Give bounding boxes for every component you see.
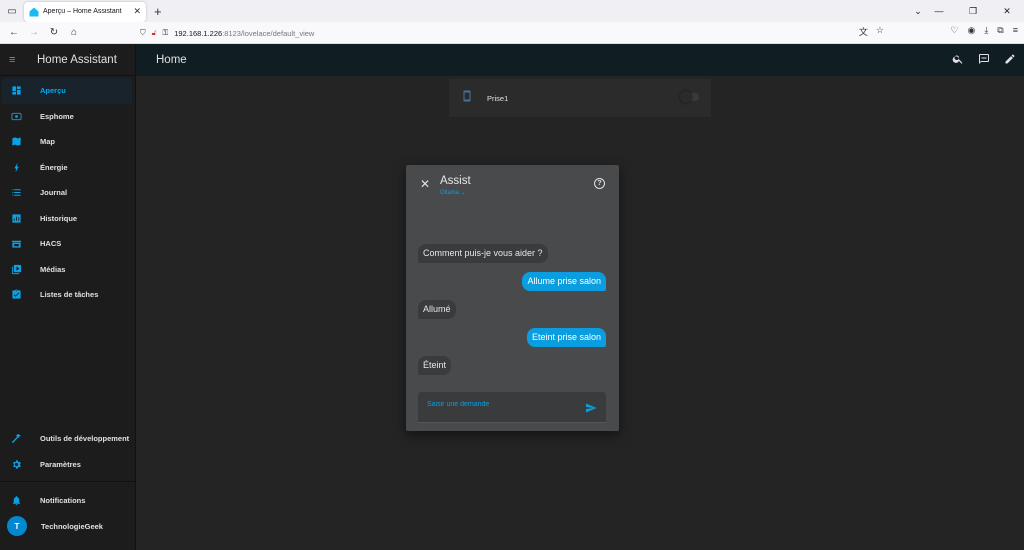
- sidebar-item-label: Esphome: [40, 111, 74, 121]
- sidebar-item-label: Aperçu: [40, 86, 66, 96]
- chat-message-agent: Éteint: [418, 356, 452, 375]
- chat-message-user: Eteint prise salon: [526, 328, 606, 347]
- sidebar-item-notifications[interactable]: Notifications: [2, 488, 132, 514]
- sidebar-item-settings[interactable]: Paramètres: [2, 452, 132, 478]
- assist-dialog: ✕ Assist Ollama ⌄ ? Comment puis-je vous…: [406, 165, 619, 431]
- chart-icon: [11, 213, 22, 224]
- sidebar-item-energie[interactable]: Énergie: [2, 155, 132, 181]
- home-button[interactable]: ⌂: [64, 27, 84, 38]
- sidebar-item-esphome[interactable]: Esphome: [2, 104, 132, 130]
- sidebar-item-listes-de-taches[interactable]: Listes de tâches: [2, 282, 132, 308]
- chevron-down-icon: ⌄: [460, 190, 466, 196]
- tab-close-icon[interactable]: ✕: [133, 6, 141, 17]
- sidebar-item-developer-tools[interactable]: Outils de développement: [2, 426, 132, 452]
- sidebar-title: Home Assistant: [37, 53, 117, 66]
- sidebar-item-apercu[interactable]: Aperçu: [2, 78, 132, 104]
- chat-message-user: Allume prise salon: [522, 272, 606, 291]
- sidebar-item-label: Historique: [40, 213, 78, 223]
- sidebar-toggle-icon[interactable]: ≡: [9, 54, 21, 66]
- bell-icon: [11, 495, 22, 506]
- sidebar-item-label: Journal: [40, 188, 68, 198]
- help-icon[interactable]: ?: [594, 178, 605, 189]
- minimize-button[interactable]: —: [922, 6, 956, 16]
- key-icon[interactable]: ⚿: [163, 28, 169, 38]
- sidebar-item-journal[interactable]: Journal: [2, 180, 132, 206]
- request-input[interactable]: [427, 401, 567, 408]
- browser-navbar: ← → ↻ ⌂ ⛉ 🔓︎ ⚿ 192.168.1.226:8123/lovela…: [0, 22, 1024, 44]
- sidebar-item-label: Énergie: [40, 162, 68, 172]
- chat-message-agent: Allumé: [418, 300, 456, 319]
- lightning-icon: [11, 162, 22, 173]
- browser-tab-bar: ▭ Aperçu – Home Assistant ✕ + ⌄ — ❐ ✕: [0, 0, 1024, 22]
- pipeline-name: Ollama: [440, 190, 460, 196]
- sidebar-item-label: Notifications: [40, 496, 86, 506]
- hammer-icon: [11, 433, 22, 444]
- sidebar-item-label: Map: [40, 137, 55, 147]
- clipboard-icon: [11, 289, 22, 300]
- tab-list-icon[interactable]: ▭: [4, 3, 20, 19]
- url-host: 192.168.1.226: [174, 28, 223, 38]
- dashboard-icon: [11, 85, 22, 96]
- request-input-field[interactable]: [418, 392, 606, 423]
- sidebar: ≡ Home Assistant Aperçu Esphome Map Éner…: [0, 44, 136, 550]
- browser-window: ▭ Aperçu – Home Assistant ✕ + ⌄ — ❐ ✕ ← …: [0, 0, 1024, 550]
- sidebar-item-label: HACS: [40, 239, 62, 249]
- downloads-icon[interactable]: ⤓: [984, 25, 988, 36]
- esphome-icon: [11, 111, 22, 122]
- send-icon[interactable]: [585, 401, 597, 419]
- pocket-icon[interactable]: ♡: [950, 25, 958, 36]
- browser-tab[interactable]: Aperçu – Home Assistant ✕: [24, 1, 146, 22]
- restore-button[interactable]: ❐: [956, 6, 990, 17]
- close-window-button[interactable]: ✕: [990, 6, 1024, 17]
- map-icon: [11, 136, 22, 147]
- bookmark-star-icon[interactable]: ☆: [876, 25, 884, 38]
- new-tab-button[interactable]: +: [154, 5, 162, 18]
- reload-button[interactable]: ↻: [44, 27, 64, 38]
- address-bar[interactable]: ⛉ 🔓︎ ⚿ 192.168.1.226:8123/lovelace/defau…: [140, 25, 876, 41]
- account-icon[interactable]: ◉: [967, 25, 975, 36]
- insecure-lock-icon[interactable]: 🔓︎: [152, 28, 157, 38]
- list-icon: [11, 187, 22, 198]
- home-assistant-favicon-icon: [29, 7, 39, 16]
- close-icon[interactable]: ✕: [420, 177, 430, 191]
- tab-title: Aperçu – Home Assistant: [43, 8, 122, 15]
- chat-message-agent: Comment puis-je vous aider ?: [418, 244, 548, 263]
- media-icon: [11, 264, 22, 275]
- forward-button[interactable]: →: [24, 27, 44, 38]
- tab-overflow-chevron-icon[interactable]: ⌄: [910, 6, 926, 17]
- hacs-icon: [11, 238, 22, 249]
- sidebar-item-label: Outils de développement: [40, 434, 130, 444]
- back-button[interactable]: ←: [4, 27, 24, 38]
- url-path: :8123/lovelace/default_view: [222, 28, 315, 38]
- extensions-icon[interactable]: ⧉: [997, 25, 1003, 36]
- sidebar-item-historique[interactable]: Historique: [2, 206, 132, 232]
- sidebar-item-medias[interactable]: Médias: [2, 257, 132, 283]
- user-name: TechnologieGeek: [41, 521, 103, 531]
- sidebar-item-label: Médias: [40, 264, 66, 274]
- menu-icon[interactable]: ≡: [1013, 25, 1018, 36]
- dialog-title: Assist: [440, 175, 471, 187]
- sidebar-item-label: Paramètres: [40, 459, 81, 469]
- sidebar-item-map[interactable]: Map: [2, 129, 132, 155]
- shield-icon[interactable]: ⛉: [140, 28, 146, 38]
- sidebar-item-hacs[interactable]: HACS: [2, 231, 132, 257]
- avatar: T: [7, 516, 27, 537]
- sidebar-item-label: Listes de tâches: [40, 290, 99, 300]
- sidebar-item-user[interactable]: T TechnologieGeek: [2, 514, 132, 540]
- pipeline-selector[interactable]: Ollama ⌄: [440, 189, 466, 196]
- translate-icon[interactable]: 文: [859, 25, 868, 38]
- gear-icon: [11, 459, 22, 470]
